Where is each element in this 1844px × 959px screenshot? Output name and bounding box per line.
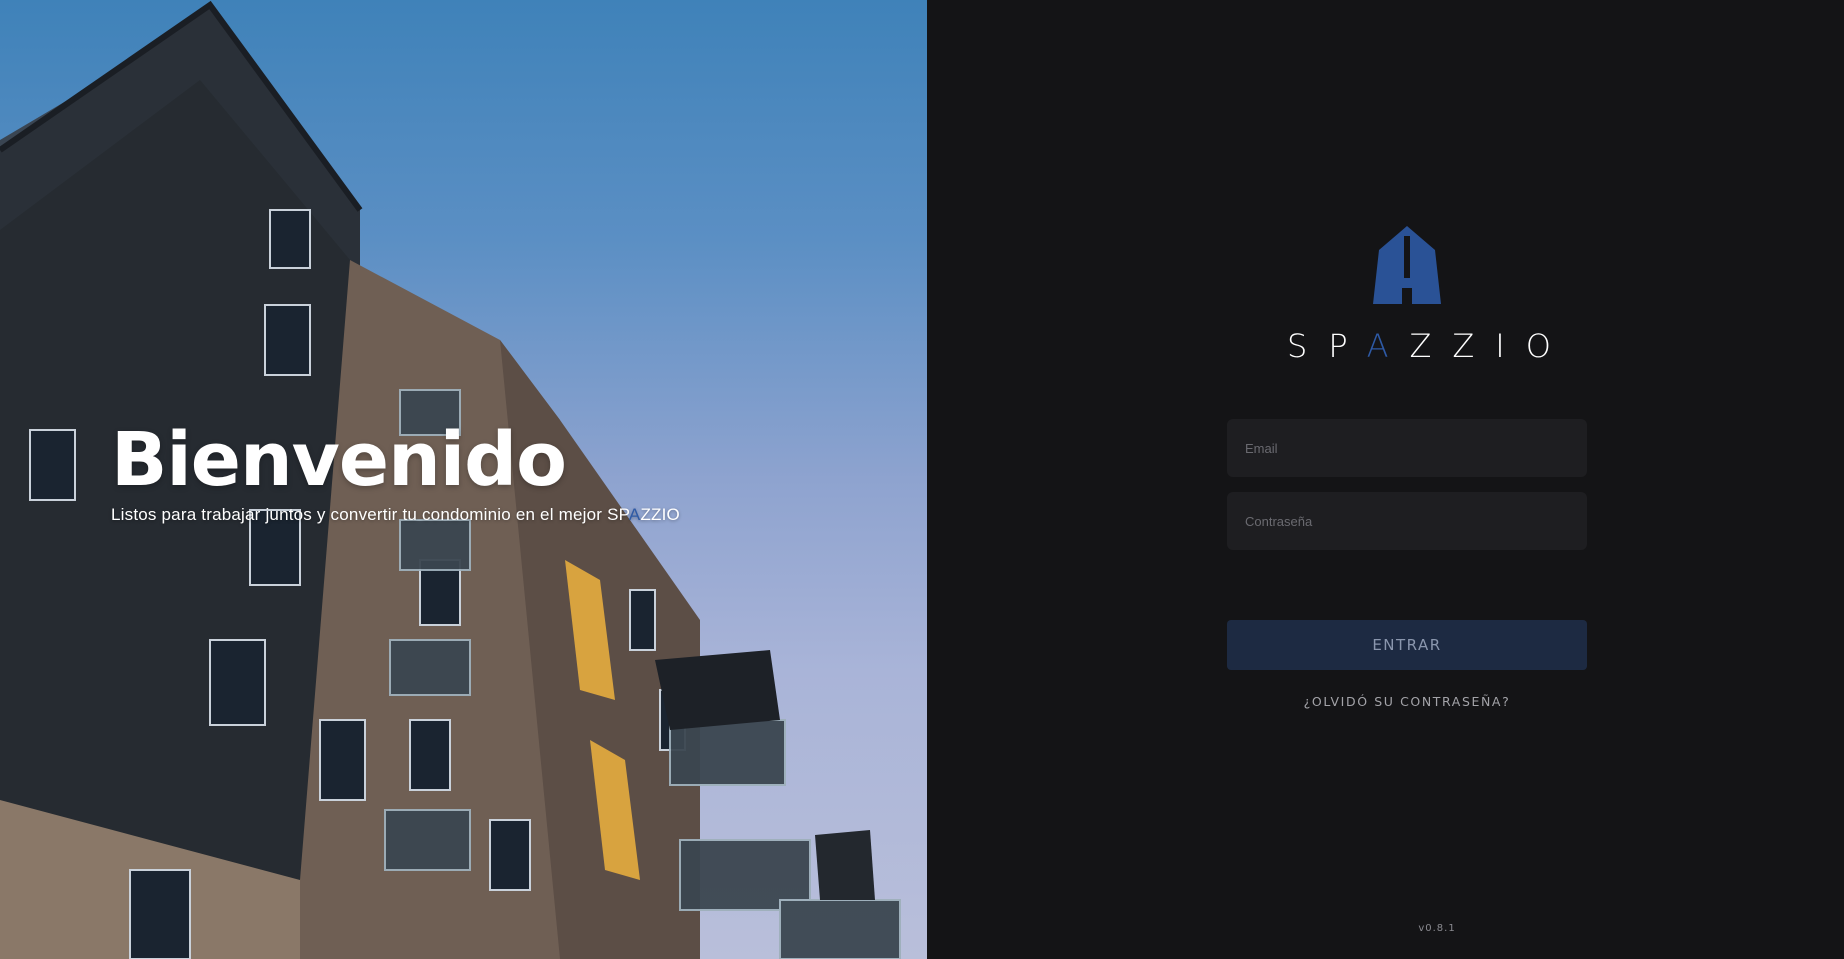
login-button[interactable]: ENTRAR (1227, 620, 1587, 670)
welcome-title: Bienvenido (111, 417, 567, 503)
brand-name-part1: SP (607, 505, 629, 524)
logo-word-part1: SP (1287, 327, 1367, 365)
hero-text: Bienvenido Listos para trabajar juntos y… (111, 423, 680, 525)
building-icon (1373, 226, 1441, 304)
logo-word-accent: A (1366, 327, 1410, 365)
hero-panel: Bienvenido Listos para trabajar juntos y… (0, 0, 927, 959)
welcome-subtitle-text: Listos para trabajar juntos y convertir … (111, 505, 608, 524)
brand-name-part2: ZZIO (640, 505, 680, 524)
welcome-subtitle: Listos para trabajar juntos y convertir … (111, 505, 680, 525)
brand-name-accent: A (628, 505, 641, 524)
login-panel: SPAZZIO ENTRAR ¿OLVIDÓ SU CONTRASEÑA? v0… (927, 0, 1844, 959)
logo-word-part2: ZZIO (1409, 327, 1572, 365)
brand-logo-wordmark: SPAZZIO (1287, 330, 1557, 362)
forgot-password-link[interactable]: ¿OLVIDÓ SU CONTRASEÑA? (1227, 694, 1587, 709)
email-input[interactable] (1227, 419, 1587, 477)
password-input[interactable] (1227, 492, 1587, 550)
version-label: v0.8.1 (1418, 923, 1456, 934)
